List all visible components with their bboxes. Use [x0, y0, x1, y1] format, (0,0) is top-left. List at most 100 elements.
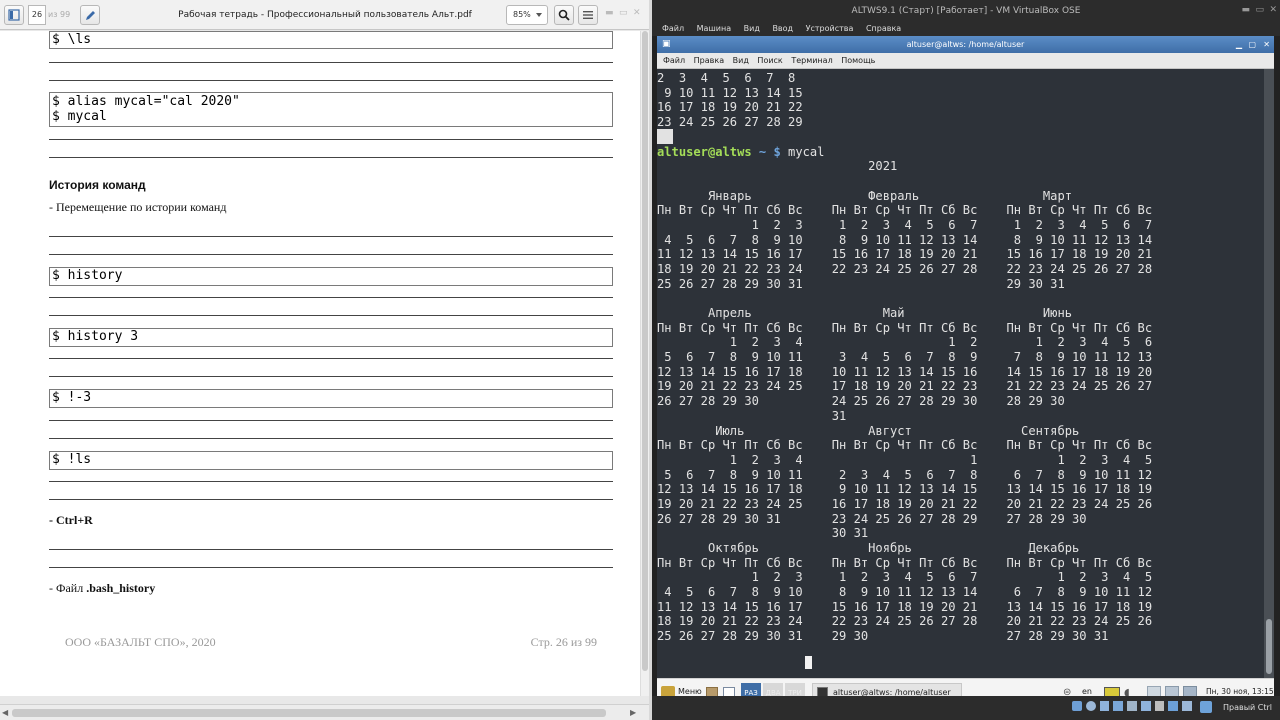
write-line	[49, 549, 613, 550]
terminal-titlebar: ▣ altuser@altws: /home/altuser ▁ ▢ ✕	[657, 36, 1274, 53]
menu-file[interactable]: Файл	[663, 56, 685, 65]
scroll-thumb[interactable]	[642, 31, 648, 671]
network-adapter-icon[interactable]	[1113, 701, 1124, 711]
code-box-ls: $ \ls	[49, 31, 613, 49]
scroll-thumb[interactable]	[1266, 619, 1272, 674]
search-icon	[558, 9, 570, 21]
vertical-scrollbar[interactable]	[640, 31, 649, 696]
scroll-left-icon[interactable]: ◀	[2, 708, 8, 717]
menu-input[interactable]: Ввод	[772, 24, 793, 33]
footer-company: ООО «БАЗАЛЬТ СПО», 2020	[65, 635, 216, 649]
paragraph: - Перемещение по истории команд	[49, 200, 227, 214]
guest-screen[interactable]: ▣ altuser@altws: /home/altuser ▁ ▢ ✕ Фай…	[657, 36, 1274, 708]
horizontal-scrollbar[interactable]: ◀ ▶	[0, 704, 649, 720]
sidebar-toggle-button[interactable]	[4, 5, 24, 25]
start-menu-button[interactable]: Меню	[678, 687, 702, 696]
minimize-icon[interactable]: ▬	[1241, 5, 1250, 15]
maximize-icon[interactable]: ▭	[1255, 5, 1264, 15]
menu-machine[interactable]: Машина	[697, 24, 731, 33]
menu-view[interactable]: Вид	[744, 24, 760, 33]
pdf-viewer-window: 26 из 99 Рабочая тетрадь - Профессиональ…	[0, 0, 649, 720]
prompt-user: altuser@altws	[657, 145, 752, 159]
virtualbox-window: ALTWS9.1 (Старт) [Работает] - VM Virtual…	[652, 0, 1280, 720]
paragraph-prefix: - Файл	[49, 581, 87, 595]
pencil-icon	[86, 11, 95, 20]
paragraph-ctrl-r: - Ctrl+R	[49, 513, 93, 527]
terminal-output-area[interactable]: 2 3 4 5 6 7 8 9 10 11 12 13 14 15 16 17 …	[657, 69, 1264, 678]
terminal-app-icon: ▣	[662, 39, 671, 49]
menu-button[interactable]	[578, 5, 598, 25]
optical-drive-icon[interactable]	[1085, 701, 1096, 711]
write-line	[49, 157, 613, 158]
code-line: $ history	[52, 268, 123, 283]
audio-icon[interactable]	[1099, 701, 1110, 711]
clock[interactable]: Пн, 30 ноя, 13:15	[1206, 687, 1274, 696]
host-key-label: Правый Ctrl	[1222, 703, 1272, 712]
write-line	[49, 139, 613, 140]
minimize-icon[interactable]: ▁	[1236, 36, 1242, 53]
window-title: ALTWS9.1 (Старт) [Работает] - VM Virtual…	[652, 0, 1280, 23]
shell-prompt: altuser@altws ~ $ mycal	[657, 145, 825, 160]
write-line	[49, 481, 613, 482]
shared-folder-icon[interactable]	[1140, 701, 1151, 711]
code-box-bang-ls: $ !ls	[49, 451, 613, 470]
scroll-right-icon[interactable]: ▶	[630, 708, 636, 717]
menu-terminal[interactable]: Терминал	[791, 56, 832, 65]
close-icon[interactable]: ✕	[1269, 5, 1277, 15]
zoom-select[interactable]: 85%	[506, 5, 548, 25]
terminal-title: altuser@altws: /home/altuser	[906, 40, 1025, 49]
vm-device-icons	[1072, 701, 1193, 714]
page-number-input[interactable]: 26	[28, 5, 46, 25]
page-total-label: из 99	[48, 10, 71, 19]
cpu-icon[interactable]	[1182, 701, 1193, 711]
section-heading: История команд	[49, 178, 146, 192]
terminal-scrollbar[interactable]	[1264, 69, 1274, 678]
display-settings-icon[interactable]	[1154, 701, 1165, 711]
write-line	[49, 297, 613, 298]
write-line	[49, 499, 613, 500]
write-line	[49, 420, 613, 421]
search-button[interactable]	[554, 5, 574, 25]
write-line	[49, 236, 613, 237]
write-line	[49, 254, 613, 255]
recording-icon[interactable]	[1168, 701, 1179, 711]
scroll-thumb[interactable]	[12, 709, 606, 717]
paragraph-bash-history: - Файл .bash_history	[49, 581, 155, 596]
menu-view[interactable]: Вид	[733, 56, 749, 65]
hdd-icon[interactable]	[1072, 701, 1082, 711]
host-key-arrow-icon	[1200, 701, 1212, 713]
code-line: $ history 3	[52, 329, 139, 344]
document-title: Рабочая тетрадь - Профессиональный польз…	[178, 10, 472, 20]
code-line: $ mycal	[52, 109, 107, 124]
menu-file[interactable]: Файл	[662, 24, 684, 33]
code-box-history: $ history	[49, 267, 613, 286]
usb-icon[interactable]	[1127, 701, 1137, 711]
menu-edit[interactable]: Правка	[694, 56, 724, 65]
sidebar-icon	[8, 9, 20, 21]
vm-statusbar: Правый Ctrl	[652, 696, 1280, 720]
code-line: $ !-3	[52, 390, 92, 405]
menu-help[interactable]: Справка	[866, 24, 901, 33]
text-cursor	[805, 656, 812, 669]
write-line	[49, 438, 613, 439]
write-line	[49, 567, 613, 568]
code-line: $ alias mycal="cal 2020"	[52, 94, 240, 109]
code-line: $ \ls	[52, 32, 92, 47]
minimize-icon[interactable]: ▬	[605, 8, 615, 20]
menu-devices[interactable]: Устройства	[806, 24, 854, 33]
annotate-button[interactable]	[80, 5, 100, 25]
prompt-command: mycal	[780, 145, 825, 159]
prompt-path: ~ $	[751, 145, 781, 159]
code-box-alias: $ alias mycal="cal 2020" $ mycal	[49, 92, 613, 127]
vm-menubar: Файл Машина Вид Ввод Устройства Справка	[652, 22, 1280, 36]
code-box-bang-minus3: $ !-3	[49, 389, 613, 408]
keyboard-layout-indicator[interactable]: en	[1082, 687, 1092, 696]
menu-help[interactable]: Помощь	[841, 56, 875, 65]
maximize-icon[interactable]: ▢	[1248, 36, 1256, 53]
menu-search[interactable]: Поиск	[757, 56, 782, 65]
write-line	[49, 62, 613, 63]
close-icon[interactable]: ✕	[1263, 36, 1270, 53]
pdf-toolbar: 26 из 99 Рабочая тетрадь - Профессиональ…	[0, 0, 649, 30]
maximize-icon[interactable]: ▭	[619, 8, 629, 20]
close-icon[interactable]: ✕	[633, 8, 643, 20]
